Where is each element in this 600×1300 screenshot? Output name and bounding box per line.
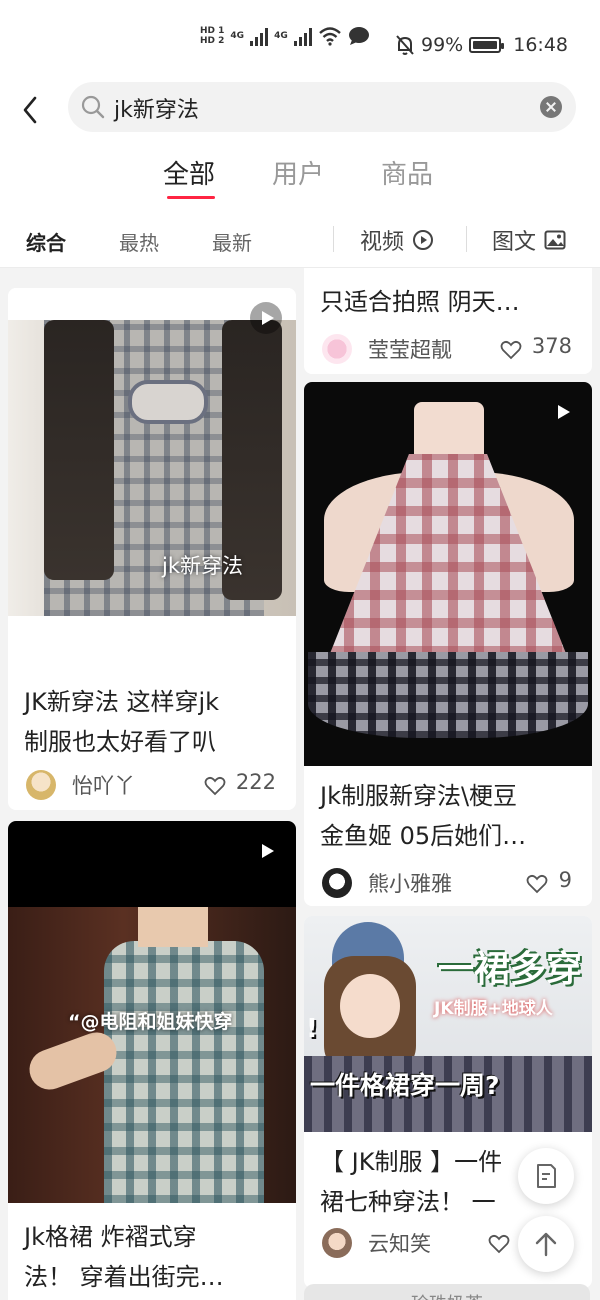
card-image (304, 382, 592, 766)
image-caption: jk新穿法 (162, 554, 243, 578)
edit-note-button[interactable] (518, 1148, 574, 1204)
card-image: “@电阻和姐妹快穿 (8, 821, 296, 1203)
card-title: Jk制服新穿法\梗豆 金鱼姬 05后她们… (320, 782, 527, 850)
filter-newest[interactable]: 最新 (212, 227, 252, 256)
image-question: 一件格裙穿一周? (310, 1071, 500, 1100)
image-caption: “@电阻和姐妹快穿 (68, 1011, 233, 1033)
card-image: jk新穿法 (8, 288, 296, 634)
active-tab-indicator (167, 196, 215, 199)
tab-all[interactable]: 全部 (163, 154, 215, 191)
image-tag: JK制服+地球人 (434, 999, 553, 1019)
card-title: 只适合拍照 阴天… (320, 288, 520, 316)
search-query: jk新穿法 (114, 98, 199, 123)
filter-image-text[interactable]: 图文 (492, 224, 566, 256)
status-right: 99% 16:48 (395, 30, 568, 60)
feed: jk新穿法 JK新穿法 这样穿jk 制服也太好看了叭 怡吖丫 222 “@电阻和… (0, 268, 600, 1300)
search-input[interactable]: jk新穿法 (68, 82, 576, 132)
battery-percent: 99% (421, 34, 464, 56)
play-icon (546, 396, 578, 428)
filter-hottest[interactable]: 最热 (119, 227, 159, 256)
avatar[interactable] (322, 334, 352, 364)
message-icon (348, 27, 369, 45)
heart-icon[interactable] (488, 1234, 510, 1254)
clock: 16:48 (513, 34, 568, 56)
heart-icon[interactable] (204, 776, 226, 796)
hd2-badge: HD 2 (200, 36, 225, 46)
author-name[interactable]: 熊小雅雅 (368, 868, 452, 898)
image-mark: ! (306, 1014, 318, 1044)
filter-bar: 综合 最热 最新 视频 图文 (0, 212, 600, 268)
tab-products[interactable]: 商品 (381, 154, 433, 191)
play-icon (250, 302, 282, 334)
note-card[interactable]: “@电阻和姐妹快穿 Jk格裙 炸褶式穿 法！ 穿着出街完… (8, 821, 296, 1300)
filter-video[interactable]: 视频 (360, 224, 434, 256)
play-circle-icon (413, 230, 434, 250)
like-count: 9 (558, 868, 572, 892)
search-header: jk新穿法 (0, 80, 600, 140)
scroll-top-button[interactable] (518, 1216, 574, 1272)
avatar[interactable] (322, 1228, 352, 1258)
card-meta: 怡吖丫 222 (8, 764, 296, 804)
heart-icon[interactable] (526, 874, 548, 894)
author-name[interactable]: 莹莹超靓 (368, 334, 452, 364)
network-indicators: HD 1 HD 2 4G 4G (200, 26, 370, 46)
net1-label: 4G (230, 31, 245, 41)
author-name[interactable]: 怡吖丫 (72, 770, 135, 800)
card-meta: 莹莹超靓 378 (304, 328, 592, 368)
divider (466, 226, 467, 252)
next-card-peek[interactable]: 珍珠奶茶 (304, 1284, 590, 1300)
card-title: Jk格裙 炸褶式穿 法！ 穿着出街完… (24, 1223, 224, 1291)
signal1-icon (250, 26, 269, 46)
note-card[interactable]: jk新穿法 JK新穿法 这样穿jk 制服也太好看了叭 怡吖丫 222 (8, 288, 296, 810)
avatar[interactable] (322, 868, 352, 898)
image-icon (544, 230, 566, 250)
filter-comprehensive[interactable]: 综合 (26, 227, 66, 256)
clear-icon[interactable] (540, 96, 562, 118)
arrow-up-icon (535, 1232, 557, 1257)
heart-icon[interactable] (500, 340, 522, 360)
card-meta: 熊小雅雅 9 (304, 862, 592, 902)
battery-icon (469, 37, 505, 53)
filter-image-text-label: 图文 (492, 230, 537, 255)
card-title: JK新穿法 这样穿jk 制服也太好看了叭 (24, 688, 220, 756)
main-tabs: 全部 用户 商品 (0, 140, 600, 212)
tab-users[interactable]: 用户 (272, 154, 324, 191)
divider (333, 226, 334, 252)
note-card[interactable]: · · · · · 只适合拍照 阴天… 莹莹超靓 378 (304, 268, 592, 374)
hd-badges: HD 1 HD 2 (200, 26, 224, 46)
back-arrow-icon[interactable] (16, 90, 46, 130)
wifi-icon (318, 27, 341, 46)
mute-bell-icon (396, 35, 414, 55)
like-count: 378 (531, 334, 572, 358)
like-count: 222 (235, 770, 276, 794)
filter-video-label: 视频 (360, 230, 405, 255)
signal2-icon (293, 26, 312, 46)
note-card[interactable]: Jk制服新穿法\梗豆 金鱼姬 05后她们… 熊小雅雅 9 (304, 382, 592, 906)
search-icon (81, 95, 105, 119)
status-bar: HD 1 HD 2 4G 4G 99% 16:48 (0, 0, 600, 80)
hd1-badge: HD 1 (200, 26, 225, 36)
avatar[interactable] (26, 770, 56, 800)
play-icon (250, 835, 282, 867)
card-image: 一裙多穿 JK制服+地球人 ! 一件格裙穿一周? (304, 916, 592, 1132)
image-headline: 一裙多穿 (438, 949, 583, 990)
edit-icon (537, 1164, 556, 1188)
author-name[interactable]: 云知笑 (368, 1228, 431, 1258)
net2-label: 4G (274, 31, 288, 41)
